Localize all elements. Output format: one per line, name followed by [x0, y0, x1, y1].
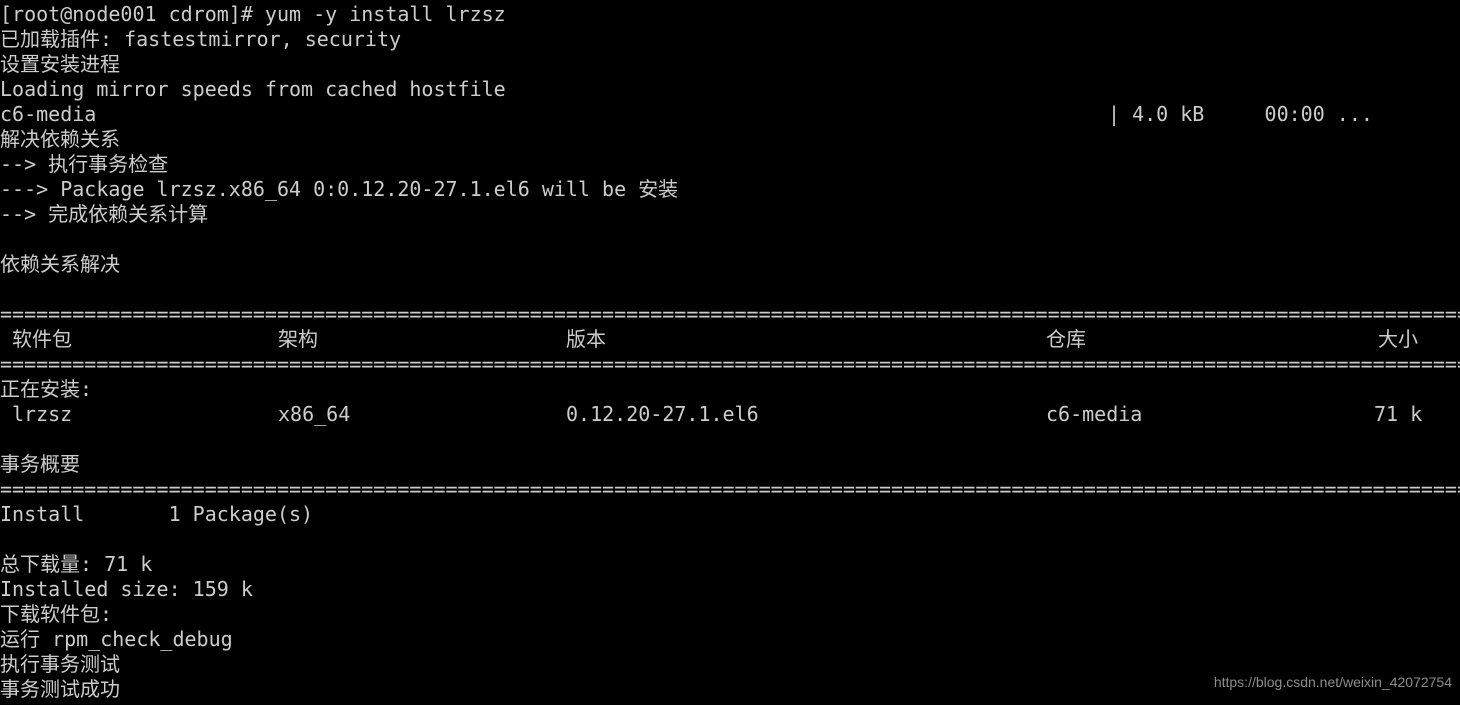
- repo-progress-values: | 4.0 kB 00:00 ...: [1108, 102, 1373, 126]
- running-rpm-check-debug-line: 运行 rpm_check_debug: [0, 627, 233, 651]
- cell-version: 0.12.20-27.1.el6: [566, 402, 759, 426]
- dependencies-resolved-line: 依赖关系解决: [0, 252, 120, 276]
- terminal-output: [root@node001 cdrom]# yum -y install lrz…: [0, 2, 1460, 702]
- installed-size-line: Installed size: 159 k: [0, 577, 253, 601]
- watermark: https://blog.csdn.net/weixin_42072754: [1213, 674, 1452, 690]
- setup-install-process-line: 设置安装进程: [0, 52, 120, 76]
- finished-dependency-resolution-line: --> 完成依赖关系计算: [0, 202, 209, 226]
- terminal-window[interactable]: [root@node001 cdrom]# yum -y install lrz…: [0, 0, 1460, 705]
- table-top-separator: ========================================…: [0, 302, 1460, 326]
- table-row: lrzsz x86_64 0.12.20-27.1.el6 c6-media 7…: [0, 402, 1460, 427]
- install-count-line: Install 1 Package(s): [0, 502, 314, 526]
- cell-package: lrzsz: [12, 402, 73, 426]
- loading-mirror-speeds-line: Loading mirror speeds from cached hostfi…: [0, 77, 506, 101]
- column-header-package: 软件包: [12, 327, 72, 351]
- resolving-dependencies-line: 解决依赖关系: [0, 127, 120, 151]
- column-header-repository: 仓库: [1046, 327, 1086, 351]
- repo-name: c6-media: [0, 102, 97, 126]
- plugins-loaded-line: 已加载插件: fastestmirror, security: [0, 27, 402, 51]
- running-transaction-check-line: --> 执行事务检查: [0, 152, 169, 176]
- repo-progress-line: c6-media | 4.0 kB 00:00 ...: [0, 102, 1460, 127]
- cell-size: 71 k: [1374, 402, 1423, 426]
- table-header-row: 软件包 架构 版本 仓库 大小: [0, 327, 1460, 352]
- table-header-separator: ========================================…: [0, 352, 1460, 376]
- cell-repository: c6-media: [1046, 402, 1143, 426]
- transaction-summary-title: 事务概要: [0, 452, 80, 476]
- installing-section-label: 正在安装:: [0, 377, 93, 401]
- downloading-packages-line: 下载软件包:: [0, 602, 113, 626]
- total-download-size-line: 总下载量: 71 k: [0, 552, 153, 576]
- package-will-be-installed-line: ---> Package lrzsz.x86_64 0:0.12.20-27.1…: [0, 177, 679, 201]
- column-header-arch: 架构: [278, 327, 318, 351]
- column-header-version: 版本: [566, 327, 606, 351]
- cell-arch: x86_64: [278, 402, 351, 426]
- summary-separator: ========================================…: [0, 477, 1460, 501]
- prompt-line: [root@node001 cdrom]# yum -y install lrz…: [0, 2, 506, 26]
- column-header-size: 大小: [1378, 327, 1418, 351]
